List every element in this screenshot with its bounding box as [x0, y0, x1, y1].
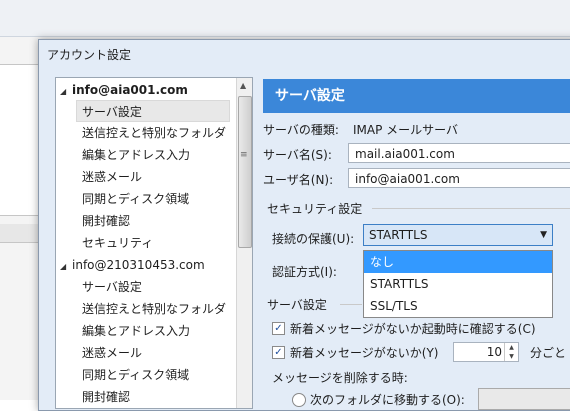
option-none[interactable]: なし [364, 251, 552, 273]
background-toolbar [0, 0, 570, 37]
server-settings-section-label: サーバ設定 [267, 298, 327, 312]
tree-item-junk[interactable]: 迷惑メール [82, 166, 142, 188]
user-name-label: ユーザ名(N): [263, 173, 334, 187]
tree-item-junk-2[interactable]: 迷惑メール [82, 342, 142, 364]
scroll-up-arrow-icon[interactable]: ▲ [240, 81, 246, 90]
account-name: info@aia001.com [72, 83, 188, 97]
server-settings-divider [340, 304, 362, 305]
security-section-label: セキュリティ設定 [267, 202, 363, 216]
server-name-field[interactable]: mail.aia001.com [348, 143, 570, 163]
background-strip [0, 224, 38, 243]
interval-suffix: 分ごと [530, 346, 567, 360]
tree-item-copies-folders[interactable]: 送信控えと特別なフォルダ [82, 122, 226, 144]
check-interval-checkbox[interactable]: ✓ [272, 346, 285, 359]
scroll-thumb[interactable] [238, 96, 252, 248]
scroll-grip-icon: ≡ [240, 150, 248, 160]
account-tree[interactable]: ◢ info@aia001.com サーバ設定 送信控えと特別なフォルダ 編集とア… [55, 77, 253, 409]
server-type-label: サーバの種類: [263, 123, 339, 137]
tree-item-receipts-2[interactable]: 開封確認 [82, 386, 130, 408]
interval-spinner[interactable]: 10 ▲ ▼ [453, 342, 519, 362]
connection-security-select[interactable]: STARTTLS ▼ [363, 224, 553, 246]
expand-triangle-icon[interactable]: ◢ [60, 256, 72, 278]
tree-item-security[interactable]: セキュリティ [82, 232, 153, 254]
dialog-title: アカウント設定 [47, 48, 132, 62]
spinner-buttons[interactable]: ▲ ▼ [504, 343, 518, 361]
connection-security-label: 接続の保護(U): [272, 232, 355, 246]
tree-item-sync-2[interactable]: 同期とディスク領域 [82, 364, 189, 386]
tree-item-copies-folders-2[interactable]: 送信控えと特別なフォルダ [82, 298, 226, 320]
tree-item-receipts[interactable]: 開封確認 [82, 210, 130, 232]
check-on-startup-label: 新着メッセージがないか起動時に確認する(C) [290, 322, 536, 336]
tree-account-2[interactable]: ◢ info@210310453.com [56, 254, 205, 276]
account-name: info@210310453.com [72, 258, 205, 272]
check-on-startup-checkbox[interactable]: ✓ [272, 322, 285, 335]
server-type-value: IMAP メールサーバ [353, 123, 459, 137]
delete-message-label: メッセージを削除する時: [272, 371, 408, 385]
connection-security-dropdown[interactable]: なし STARTTLS SSL/TLS [363, 250, 553, 318]
server-name-label: サーバ名(S): [263, 148, 332, 162]
tree-item-sync[interactable]: 同期とディスク領域 [82, 188, 189, 210]
tree-scrollbar[interactable]: ▲ ≡ [236, 78, 252, 408]
interval-value: 10 [486, 345, 502, 359]
folder-select-button[interactable] [478, 388, 570, 410]
auth-method-label: 認証方式(I): [272, 265, 337, 279]
panel-header: サーバ設定 [263, 79, 570, 113]
tree-item-server-settings[interactable]: サーバ設定 [76, 100, 230, 122]
expand-triangle-icon[interactable]: ◢ [60, 81, 72, 103]
tree-item-composition-2[interactable]: 編集とアドレス入力 [82, 320, 190, 342]
user-name-field[interactable]: info@aia001.com [348, 168, 570, 188]
security-section-divider [372, 208, 570, 209]
tree-item-server-settings-2[interactable]: サーバ設定 [82, 276, 142, 298]
background-panel [0, 64, 38, 216]
option-ssl-tls[interactable]: SSL/TLS [364, 295, 552, 317]
chevron-down-icon[interactable]: ▼ [540, 225, 547, 245]
option-starttls[interactable]: STARTTLS [364, 273, 552, 295]
tree-account-1[interactable]: ◢ info@aia001.com [56, 79, 188, 101]
connection-security-value: STARTTLS [369, 228, 428, 242]
move-to-folder-radio[interactable] [292, 393, 306, 407]
tree-item-composition[interactable]: 編集とアドレス入力 [82, 144, 190, 166]
check-interval-label: 新着メッセージがないか(Y) [290, 346, 439, 360]
